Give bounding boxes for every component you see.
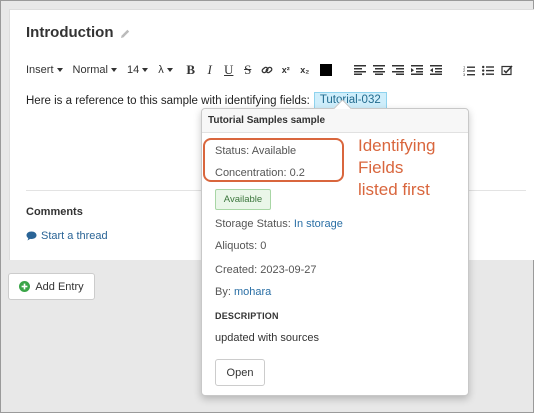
italic-button[interactable]: I [202,62,218,78]
comments-heading: Comments [26,206,83,218]
storage-status-label: Storage Status: [215,218,291,230]
start-thread-link[interactable]: Start a thread [26,230,108,242]
numbered-list-button[interactable]: 123 [461,62,477,78]
identifying-fields-highlight [203,138,344,182]
entry-title: Introduction [26,24,114,41]
plus-circle-icon [19,281,31,292]
window-frame: Introduction Insert Normal 14 λ B I U S … [0,0,534,413]
created-value: 2023-09-27 [260,264,317,276]
indent-button[interactable] [409,62,425,78]
insert-dropdown-label: Insert [26,64,54,76]
numbered-list-icon: 123 [463,65,475,76]
identifying-fields-annotation: Identifying Fields listed first [358,135,436,201]
strikethrough-button[interactable]: S [240,62,256,78]
editor-toolbar: Insert Normal 14 λ B I U S x² x₂ 1 2 3 [26,62,531,78]
underline-button[interactable]: U [221,62,237,78]
chevron-down-icon [166,68,173,72]
checklist-button[interactable] [499,62,515,78]
storage-status-field: Storage Status: In storage [215,218,343,230]
align-right-icon [391,65,404,75]
entry-body[interactable]: Here is a reference to this sample with … [26,92,387,109]
popover-header: Tutorial Samples sample [202,109,468,133]
svg-text:3: 3 [463,72,466,76]
align-center-icon [372,65,385,75]
style-dropdown[interactable]: Normal [73,64,117,76]
comment-icon [26,231,37,241]
bullet-list-button[interactable] [480,62,496,78]
created-by-field: By: mohara [215,286,271,298]
font-size-dropdown[interactable]: 14 [126,64,149,76]
style-dropdown-label: Normal [72,64,108,76]
add-entry-button[interactable]: Add Entry [8,273,95,300]
bullet-list-icon [481,65,494,75]
aliquots-label: Aliquots: [215,240,258,252]
link-icon [261,66,273,74]
created-by-label: By: [215,286,231,298]
symbol-dropdown[interactable]: λ [158,64,173,76]
description-heading: DESCRIPTION [215,311,279,321]
start-thread-label: Start a thread [41,230,108,242]
created-by-link[interactable]: mohara [234,286,271,298]
aliquots-field: Aliquots: 0 [215,240,266,252]
align-left-icon [353,65,366,75]
entry-title-row: Introduction [26,24,131,41]
annotation-line-2: Fields [358,158,404,177]
created-field: Created: 2023-09-27 [215,264,317,276]
align-left-button[interactable] [352,62,368,78]
description-value: updated with sources [215,332,319,344]
indent-icon [410,65,423,75]
aliquots-value: 0 [260,240,267,252]
annotation-line-1: Identifying [358,136,436,155]
add-entry-label: Add Entry [35,280,84,293]
font-size-label: 14 [126,64,140,76]
insert-dropdown[interactable]: Insert [26,64,63,76]
align-center-button[interactable] [371,62,387,78]
text-color-swatch[interactable] [319,64,332,76]
subscript-button[interactable]: x₂ [297,62,313,78]
storage-status-link[interactable]: In storage [294,218,343,230]
pencil-icon[interactable] [119,27,131,39]
bold-button[interactable]: B [183,62,199,78]
body-text: Here is a reference to this sample with … [26,94,310,107]
chevron-down-icon [142,68,149,72]
outdent-button[interactable] [428,62,444,78]
link-button[interactable] [259,62,275,78]
annotation-line-3: listed first [358,180,430,199]
outdent-icon [429,65,442,75]
checklist-icon [501,64,513,75]
superscript-button[interactable]: x² [278,62,294,78]
chevron-down-icon [110,68,117,72]
open-button[interactable]: Open [215,359,265,386]
align-right-button[interactable] [390,62,406,78]
created-label: Created: [215,264,258,276]
chevron-down-icon [56,68,63,72]
status-badge: Available [215,189,271,210]
symbol-label: λ [158,64,164,76]
